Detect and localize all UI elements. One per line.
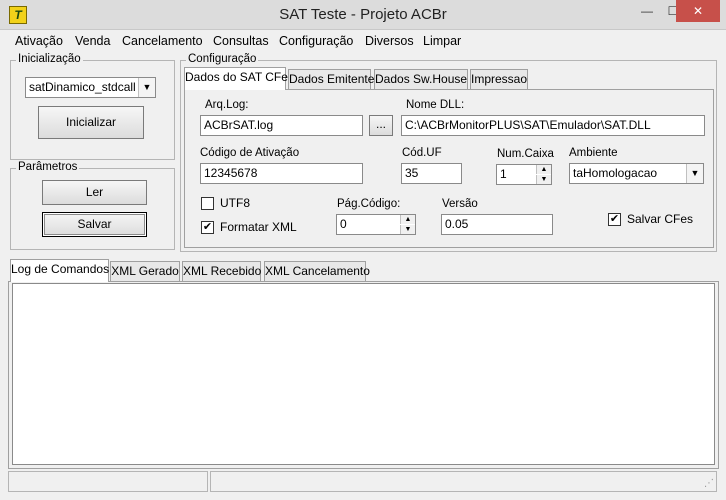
window-title: SAT Teste - Projeto ACBr: [279, 6, 447, 23]
spin-up-icon[interactable]: ▲: [536, 165, 551, 174]
chevron-down-icon[interactable]: ▼: [138, 78, 155, 97]
title-bar: T SAT Teste - Projeto ACBr — ☐ ✕: [0, 0, 726, 30]
tab-xml-cancelamento[interactable]: XML Cancelamento: [264, 261, 370, 281]
utf8-checkbox[interactable]: UTF8: [201, 197, 261, 211]
menu-limpar[interactable]: Limpar: [423, 34, 461, 48]
formatar-xml-checkbox[interactable]: ✔ Formatar XML: [201, 221, 301, 235]
num-caixa-value: 1: [500, 167, 507, 181]
check-icon[interactable]: ✔: [608, 213, 621, 226]
menu-configuracao[interactable]: Configuração: [279, 34, 353, 48]
versao-label: Versão: [442, 198, 478, 210]
tab-xml-recebido[interactable]: XML Recebido: [182, 261, 261, 281]
browse-log-button[interactable]: ...: [369, 115, 393, 136]
utf8-label: UTF8: [220, 196, 250, 210]
menu-consultas[interactable]: Consultas: [213, 34, 269, 48]
log-text-area[interactable]: [12, 283, 715, 465]
menu-diversos[interactable]: Diversos: [365, 34, 414, 48]
check-icon[interactable]: ✔: [201, 221, 214, 234]
tab-dados-sat-cfe[interactable]: Dados do SAT CFe: [184, 67, 288, 90]
pag-codigo-value: 0: [340, 217, 347, 231]
utf8-checkbox-box[interactable]: [201, 197, 214, 210]
cod-uf-label: Cód.UF: [402, 147, 442, 159]
configuracao-legend: Configuração: [186, 53, 259, 65]
ambiente-select-value: taHomologacao: [573, 166, 658, 180]
inicializacao-legend: Inicialização: [16, 53, 83, 65]
num-caixa-stepper[interactable]: 1 ▲ ▼: [496, 164, 552, 185]
chevron-down-icon[interactable]: ▼: [686, 164, 703, 183]
spin-up-icon[interactable]: ▲: [400, 215, 415, 224]
tab-dados-sw-house[interactable]: Dados Sw.House: [374, 69, 468, 89]
menu-venda[interactable]: Venda: [75, 34, 110, 48]
tab-log-de-comandos[interactable]: Log de Comandos: [10, 259, 109, 282]
num-caixa-label: Num.Caixa: [497, 148, 554, 160]
arq-log-field[interactable]: ACBrSAT.log: [200, 115, 363, 136]
status-panel-2: ⋰: [210, 471, 717, 492]
tab-impressao[interactable]: Impressao: [470, 69, 528, 89]
arq-log-label: Arq.Log:: [205, 99, 249, 111]
lib-select[interactable]: satDinamico_stdcall ▼: [25, 77, 156, 98]
ambiente-label: Ambiente: [569, 147, 618, 159]
pag-codigo-label: Pág.Código:: [337, 198, 401, 210]
cod-uf-field[interactable]: 35: [401, 163, 462, 184]
ambiente-select[interactable]: taHomologacao ▼: [569, 163, 704, 184]
nome-dll-field[interactable]: C:\ACBrMonitorPLUS\SAT\Emulador\SAT.DLL: [401, 115, 705, 136]
codigo-ativacao-field[interactable]: 12345678: [200, 163, 363, 184]
spin-down-icon[interactable]: ▼: [400, 225, 415, 234]
minimize-button[interactable]: —: [634, 0, 660, 22]
menu-bar: Ativação Venda Cancelamento Consultas Co…: [0, 31, 726, 51]
versao-field[interactable]: 0.05: [441, 214, 553, 235]
inicializar-button[interactable]: Inicializar: [38, 106, 144, 139]
salvar-cfes-label: Salvar CFes: [627, 212, 694, 226]
tab-dados-emitente[interactable]: Dados Emitente: [288, 69, 374, 89]
pag-codigo-stepper[interactable]: 0 ▲ ▼: [336, 214, 416, 235]
spin-down-icon[interactable]: ▼: [536, 175, 551, 184]
tab-xml-gerado[interactable]: XML Gerado: [110, 261, 180, 281]
resize-grip-icon[interactable]: ⋰: [704, 479, 714, 489]
status-panel-1: [8, 471, 208, 492]
formatar-xml-label: Formatar XML: [220, 220, 297, 234]
close-button[interactable]: ✕: [676, 0, 720, 22]
codigo-ativacao-label: Código de Ativação: [200, 147, 300, 159]
ler-button[interactable]: Ler: [42, 180, 147, 205]
salvar-cfes-checkbox[interactable]: ✔ Salvar CFes: [608, 213, 698, 227]
salvar-button[interactable]: Salvar: [42, 212, 147, 237]
nome-dll-label: Nome DLL:: [406, 99, 465, 111]
parametros-legend: Parâmetros: [16, 161, 80, 173]
lib-select-value: satDinamico_stdcall: [29, 80, 136, 94]
menu-cancelamento[interactable]: Cancelamento: [122, 34, 203, 48]
menu-ativacao[interactable]: Ativação: [15, 34, 63, 48]
